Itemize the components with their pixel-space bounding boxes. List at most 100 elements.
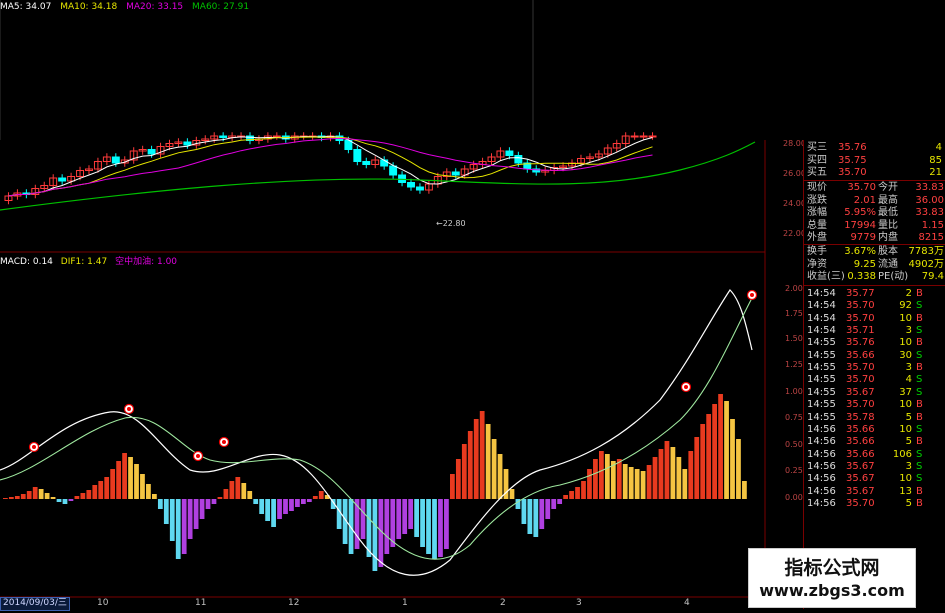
tick-volume: 5	[905, 497, 912, 509]
macd-bar	[241, 483, 247, 499]
macd-bar	[312, 496, 318, 499]
macd-bar	[56, 499, 62, 502]
macd-bar	[217, 497, 223, 499]
tick-row: 14:56 35.66 10 S	[804, 424, 945, 436]
tick-volume: 10	[899, 423, 912, 435]
macd-bar	[396, 499, 402, 539]
ma10-line	[8, 136, 653, 197]
stat-row: 外盘 9779 内盘 8215	[804, 232, 945, 244]
tick-price: 35.76	[846, 337, 875, 349]
stat-label: 涨幅	[807, 207, 827, 218]
tick-row: 14:55 35.76 10 B	[804, 337, 945, 349]
macd-bar	[718, 394, 723, 499]
stat-label: 最高	[878, 194, 898, 206]
stat-label: 现价	[807, 182, 827, 193]
macd-header: MACD: 0.14 DIF1: 1.47 空中加油: 1.00	[0, 254, 182, 267]
tick-row: 14:56 35.70 5 B	[804, 498, 945, 510]
tick-price: 35.70	[846, 399, 875, 411]
macd-axis-tick: 2.00	[785, 284, 803, 293]
macd-bar	[551, 499, 557, 509]
bid-label: 买五	[807, 167, 827, 178]
bid-row: 买五 35.70 21	[804, 167, 945, 179]
signal-markers	[28, 289, 758, 462]
tick-volume: 37	[899, 386, 912, 398]
tick-row: 14:54 35.77 2 B	[804, 288, 945, 300]
stat-value: 33.83	[915, 182, 944, 193]
candle-body	[219, 135, 228, 138]
tick-row: 14:54 35.70 10 B	[804, 313, 945, 325]
stat-label: 流通	[878, 258, 898, 270]
macd-bar	[599, 451, 604, 499]
macd-axis-tick: 0.75	[785, 413, 803, 422]
macd-bar	[128, 457, 133, 499]
tick-time: 14:54	[807, 300, 836, 312]
macd-bar	[676, 457, 682, 499]
macd-bar	[32, 487, 38, 499]
candle-body	[183, 141, 192, 146]
tick-volume: 92	[899, 300, 912, 312]
stat-value: 1.15	[921, 219, 944, 231]
macd-bar	[402, 499, 408, 534]
stat-label: 涨跌	[807, 194, 827, 206]
tick-side: S	[916, 448, 923, 460]
macd-bar	[545, 499, 551, 519]
macd-axis-tick: 1.00	[785, 387, 803, 396]
candle-body	[505, 150, 514, 156]
macd-bar	[140, 474, 145, 499]
candle-body	[648, 135, 657, 138]
tick-side: S	[916, 386, 923, 398]
tick-side: S	[916, 325, 923, 337]
macd-bar	[461, 444, 467, 499]
tick-price: 35.70	[846, 497, 875, 509]
tick-side: S	[916, 473, 923, 485]
bid-price: 35.70	[838, 167, 867, 178]
tick-volume: 5	[905, 436, 912, 448]
macd-bar	[521, 499, 527, 524]
stat-value: 9.25	[853, 258, 876, 270]
tick-time: 14:56	[807, 460, 836, 472]
candle-body	[407, 182, 415, 188]
tick-row: 14:55 35.66 30 S	[804, 350, 945, 362]
macd-bar	[74, 496, 80, 499]
macd-bar	[634, 469, 640, 499]
signal-marker-dot	[750, 293, 754, 297]
tick-row: 14:54 35.71 3 S	[804, 325, 945, 337]
macd-bar	[175, 499, 181, 559]
macd-bar	[157, 499, 163, 509]
macd-bar	[247, 491, 253, 499]
macd-axis-tick: 0.50	[785, 440, 803, 449]
tick-side: S	[916, 374, 923, 386]
tick-price: 35.66	[846, 436, 875, 448]
bid-row: 买四 35.75 85	[804, 155, 945, 167]
tick-volume: 13	[899, 485, 912, 497]
tick-row: 14:55 35.70 3 B	[804, 362, 945, 374]
stat-row: 涨跌 2.01 最高 36.00	[804, 195, 945, 207]
tick-time: 14:56	[807, 497, 836, 509]
tick-side: B	[916, 436, 923, 448]
macd-bar	[587, 469, 592, 499]
candle-body	[389, 165, 398, 176]
chart-area[interactable]: ←22.80 MA5: 34.07 MA10: 34.18 MA20: 33.1…	[0, 0, 803, 611]
macd-bar	[575, 487, 580, 499]
macd-bar	[700, 424, 706, 499]
moving-average-lines: ←22.80	[0, 135, 756, 228]
kline-macd-chart[interactable]: ←22.80	[0, 0, 803, 609]
stat-value: 0.338	[847, 271, 876, 282]
tick-volume: 4	[905, 374, 912, 386]
macd-bar	[318, 491, 324, 499]
macd-bar	[652, 457, 658, 499]
candle-body	[362, 161, 371, 165]
tick-price: 35.66	[846, 349, 875, 361]
quote-panel: 买三 35.76 4 买四 35.75 85 买五 35.70 21 现价 35.70 今开 33.8…	[803, 140, 945, 609]
macd-axis-tick: 1.50	[785, 334, 803, 343]
macd-bar	[360, 499, 366, 539]
tick-time: 14:54	[807, 325, 836, 337]
macd-bar	[527, 499, 533, 534]
macd-bar	[557, 499, 563, 504]
tick-price: 35.70	[846, 362, 875, 374]
tick-price: 35.66	[846, 448, 875, 460]
x-axis-tick: 2	[500, 598, 506, 608]
macd-axis-tick: 1.75	[785, 309, 803, 318]
macd-bar	[622, 464, 628, 499]
macd-bar	[50, 497, 56, 499]
